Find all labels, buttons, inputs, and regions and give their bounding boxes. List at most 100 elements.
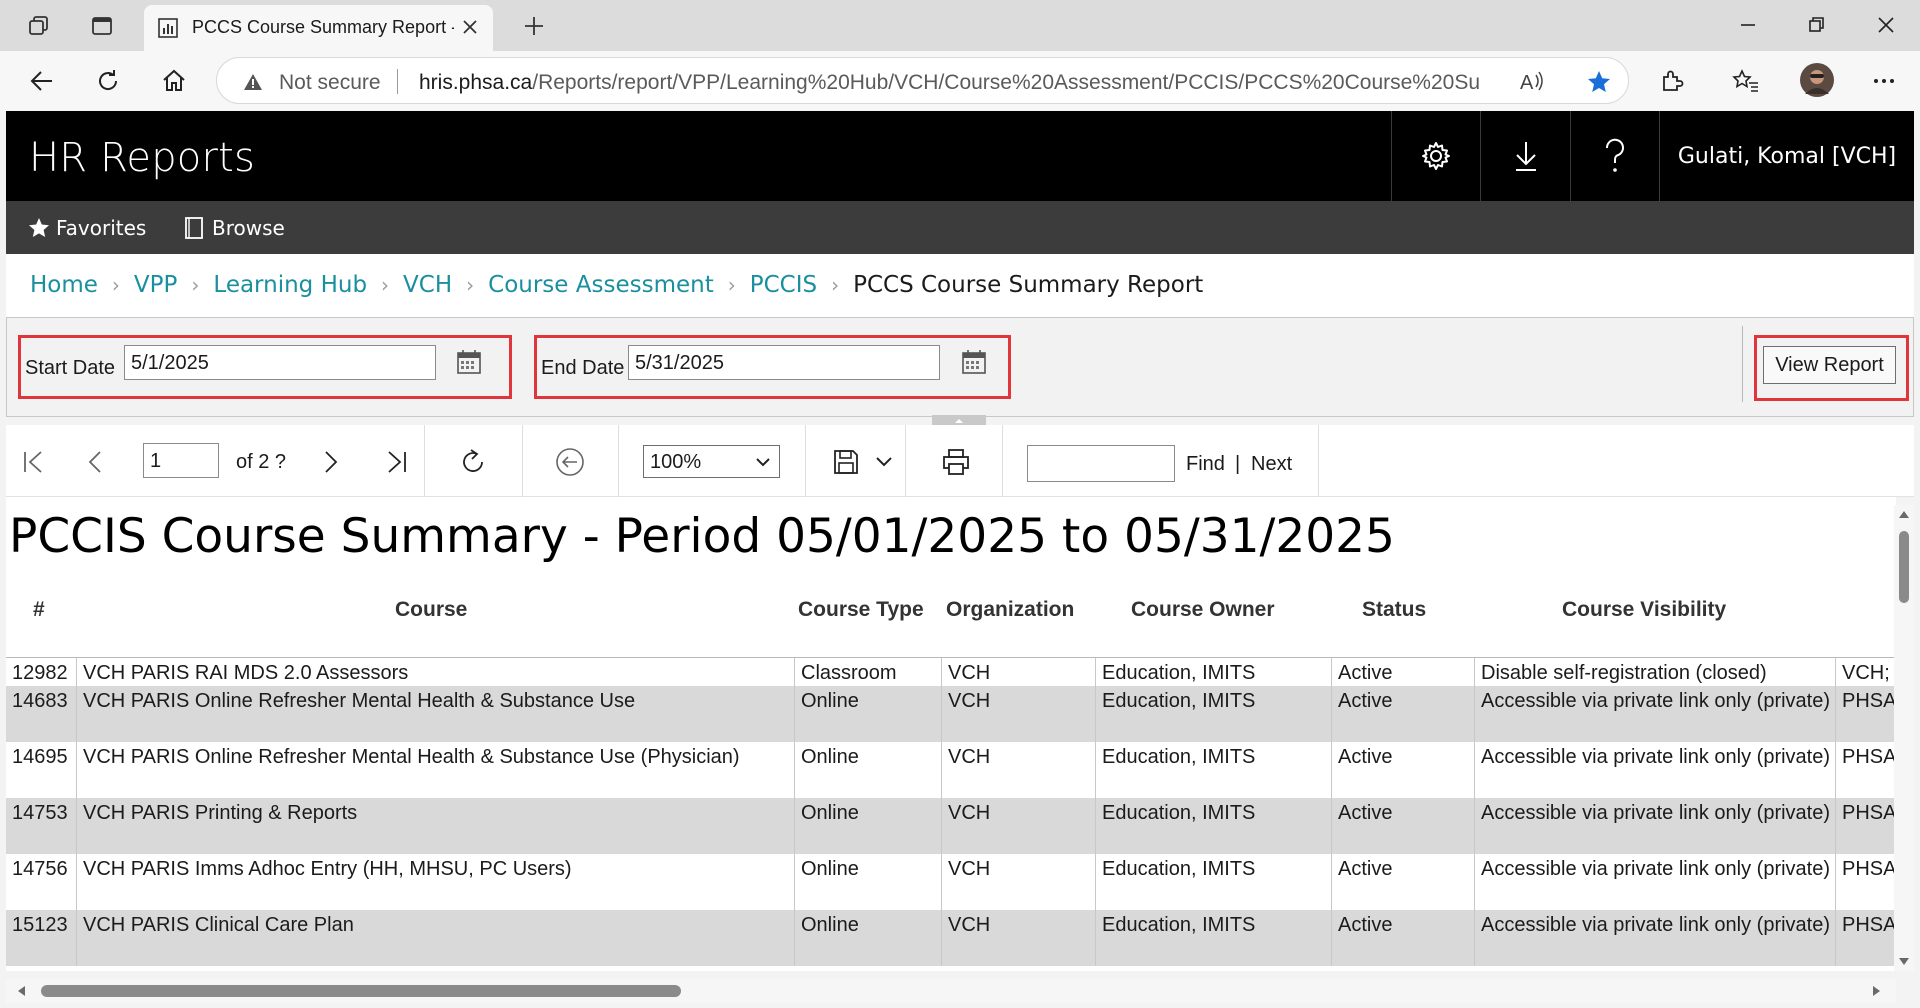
browse-nav-item[interactable]: Browse: [184, 216, 285, 240]
toolbar-divider: [905, 425, 906, 497]
breadcrumb-current: PCCS Course Summary Report: [853, 272, 1204, 298]
first-page-icon[interactable]: [18, 447, 50, 477]
refresh-report-icon[interactable]: [457, 447, 489, 477]
breadcrumb-course-assessment[interactable]: Course Assessment: [488, 272, 714, 298]
cell-course-owner: Education, IMITS: [1095, 742, 1331, 798]
restore-icon[interactable]: [1801, 10, 1831, 40]
cell-course: VCH PARIS Printing & Reports: [76, 798, 794, 854]
favorite-star-icon[interactable]: [1586, 69, 1612, 95]
scroll-up-icon[interactable]: [1898, 509, 1910, 519]
column-header-organization: Organization: [946, 598, 1075, 621]
cell-course: VCH PARIS Online Refresher Mental Health…: [76, 686, 794, 742]
parameter-collapse-handle[interactable]: [932, 415, 986, 425]
address-divider: [397, 69, 398, 94]
cell-number: 12982: [12, 662, 68, 684]
horizontal-scrollbar[interactable]: [6, 979, 1896, 1003]
read-aloud-icon[interactable]: A: [1520, 69, 1546, 93]
breadcrumb-home[interactable]: Home: [30, 272, 98, 298]
url-text[interactable]: hris.phsa.ca/Reports/report/VPP/Learning…: [419, 71, 1481, 95]
save-icon[interactable]: [830, 447, 862, 477]
user-menu[interactable]: Gulati, Komal [VCH]: [1659, 111, 1914, 201]
cell-organization: VCH: [941, 798, 1095, 854]
breadcrumb: Home › VPP › Learning Hub › VCH › Course…: [30, 272, 1203, 298]
export-chevron-down-icon[interactable]: [868, 447, 900, 477]
end-date-input[interactable]: 5/31/2025: [628, 345, 940, 380]
previous-page-icon[interactable]: [80, 447, 112, 477]
zoom-select[interactable]: 100%: [643, 445, 780, 478]
scroll-right-icon[interactable]: [1872, 985, 1882, 997]
home-icon[interactable]: [158, 65, 190, 97]
breadcrumb-learning-hub[interactable]: Learning Hub: [213, 272, 367, 298]
address-bar[interactable]: Not secure hris.phsa.ca/Reports/report/V…: [216, 57, 1629, 104]
breadcrumb-vpp[interactable]: VPP: [134, 272, 177, 298]
table-row: 12982 VCH PARIS RAI MDS 2.0 Assessors Cl…: [6, 658, 1896, 686]
new-tab-icon[interactable]: [520, 12, 548, 40]
table-row: 14753 VCH PARIS Printing & Reports Onlin…: [6, 798, 1896, 854]
download-button[interactable]: [1480, 111, 1570, 201]
breadcrumb-pccis[interactable]: PCCIS: [750, 272, 817, 298]
cell-extra: VCH;: [1835, 658, 1896, 686]
calendar-icon[interactable]: [455, 348, 483, 376]
scroll-down-icon[interactable]: [1898, 957, 1910, 967]
find-next-link[interactable]: Next: [1251, 453, 1292, 476]
settings-button[interactable]: [1391, 111, 1480, 201]
cell-course-type: Online: [794, 798, 941, 854]
tab-actions-icon[interactable]: [88, 12, 116, 40]
end-date-param: End Date 5/31/2025: [534, 335, 1011, 399]
warning-icon[interactable]: [243, 72, 263, 92]
cell-organization: VCH: [941, 658, 1095, 686]
find-input[interactable]: [1027, 445, 1175, 482]
last-page-icon[interactable]: [380, 447, 412, 477]
help-icon: [1603, 138, 1627, 174]
back-icon[interactable]: [26, 65, 58, 97]
cell-extra: PHSA;: [1835, 798, 1896, 854]
column-header-course-visibility: Course Visibility: [1562, 598, 1727, 621]
favorites-nav-item[interactable]: Favorites: [28, 216, 146, 240]
start-date-input[interactable]: 5/1/2025: [124, 345, 436, 380]
download-icon: [1512, 140, 1540, 172]
cell-course: VCH PARIS Imms Adhoc Entry (HH, MHSU, PC…: [76, 854, 794, 910]
scroll-left-icon[interactable]: [16, 985, 26, 997]
favorites-list-icon[interactable]: [1730, 65, 1762, 97]
profile-avatar[interactable]: [1799, 62, 1835, 98]
find-separator: |: [1235, 453, 1241, 475]
column-header-course-owner: Course Owner: [1131, 598, 1275, 621]
cell-number: 14756: [12, 858, 68, 880]
vertical-scrollbar[interactable]: [1894, 505, 1914, 971]
toolbar-divider: [805, 425, 806, 497]
breadcrumb-vch[interactable]: VCH: [403, 272, 452, 298]
next-page-icon[interactable]: [314, 447, 346, 477]
view-report-button[interactable]: View Report: [1763, 346, 1896, 384]
browser-address-row: Not secure hris.phsa.ca/Reports/report/V…: [0, 51, 1920, 110]
vertical-scroll-thumb[interactable]: [1899, 531, 1909, 603]
parameter-divider: [1742, 326, 1743, 402]
horizontal-scroll-thumb[interactable]: [41, 985, 681, 997]
close-window-icon[interactable]: [1871, 10, 1901, 40]
toolbar-divider: [1318, 425, 1319, 497]
report-toolbar: 1 of 2 ? 100% Find | Next: [6, 425, 1914, 497]
close-tab-icon[interactable]: [459, 16, 481, 38]
cell-course-owner: Education, IMITS: [1095, 910, 1331, 966]
back-to-parent-icon[interactable]: [554, 447, 586, 477]
cell-course-owner: Education, IMITS: [1095, 658, 1331, 686]
print-icon[interactable]: [940, 447, 972, 477]
cell-extra: PHSA;: [1835, 742, 1896, 798]
cell-course-visibility: Accessible via private link only (privat…: [1474, 798, 1835, 854]
cell-course-visibility: Disable self-registration (closed): [1474, 658, 1835, 686]
minimize-icon[interactable]: [1733, 10, 1763, 40]
app-title[interactable]: HR Reports: [29, 135, 255, 181]
more-options-icon[interactable]: [1868, 65, 1900, 97]
toolbar-divider: [618, 425, 619, 497]
help-button[interactable]: [1570, 111, 1659, 201]
cell-course-visibility: Accessible via private link only (privat…: [1474, 854, 1835, 910]
cell-number: 14683: [12, 690, 68, 712]
calendar-icon[interactable]: [960, 348, 988, 376]
workspaces-icon[interactable]: [25, 12, 53, 40]
extensions-icon[interactable]: [1656, 65, 1688, 97]
not-secure-label[interactable]: Not secure: [279, 71, 381, 95]
refresh-icon[interactable]: [92, 65, 124, 97]
find-link[interactable]: Find: [1186, 453, 1225, 476]
page-number-input[interactable]: 1: [143, 443, 219, 478]
browser-tab-active[interactable]: PCCS Course Summary Report - S: [144, 5, 493, 51]
cell-course-type: Classroom: [794, 658, 941, 686]
